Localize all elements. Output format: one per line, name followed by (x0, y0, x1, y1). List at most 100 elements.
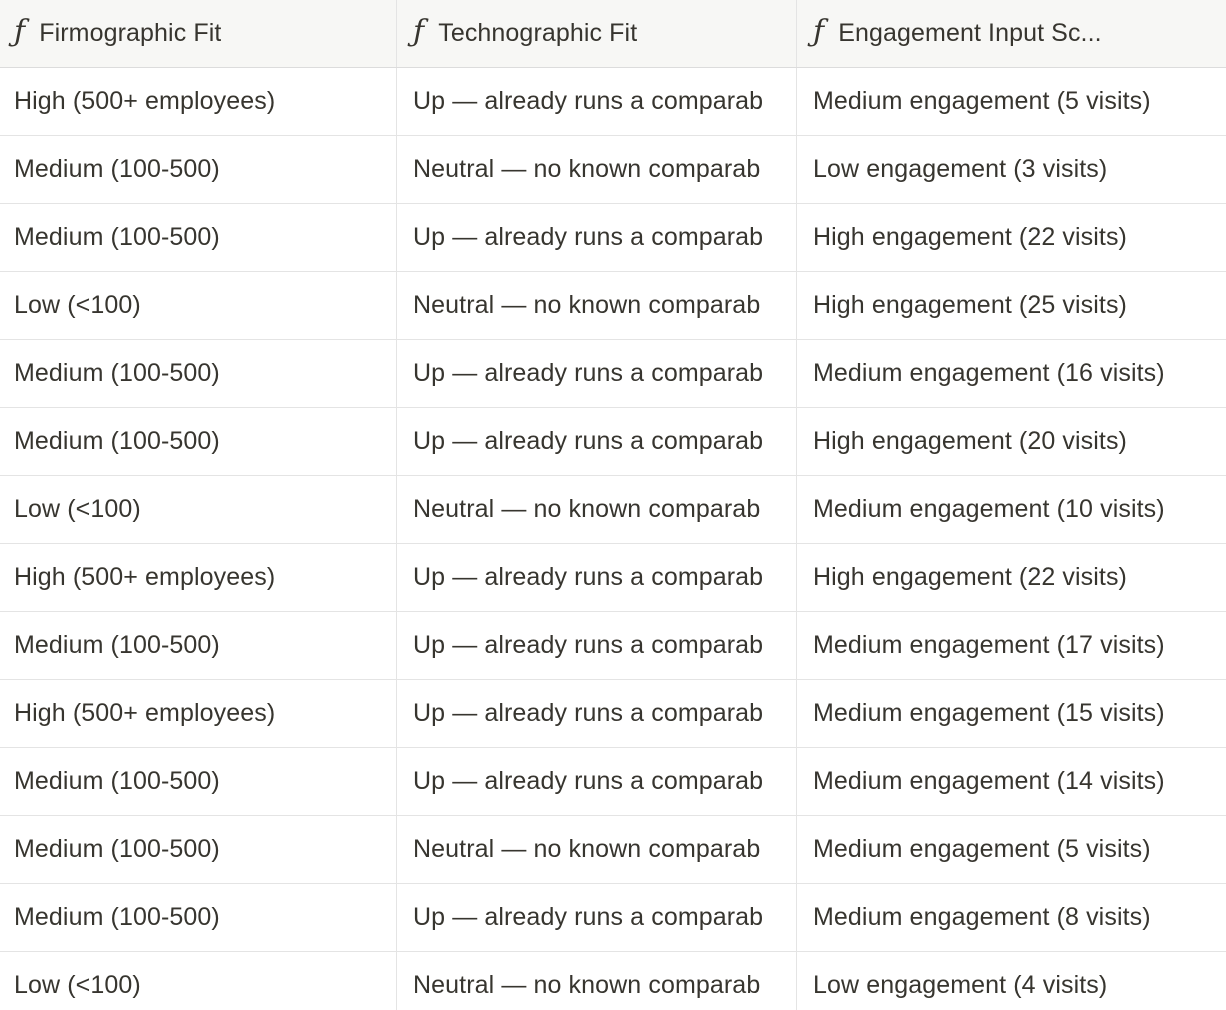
data-table: ƒ Firmographic Fit ƒ Technographic Fit ƒ… (0, 0, 1226, 1010)
technographic-fit-cell[interactable]: Up — already runs a comparab (397, 340, 797, 407)
table-row[interactable]: Low (<100) Neutral — no known comparab Med… (0, 476, 1226, 544)
engagement-input-score-cell[interactable]: High engagement (22 visits) (797, 544, 1226, 611)
table-row[interactable]: Medium (100-500) Up — already runs a comp… (0, 340, 1226, 408)
technographic-fit-cell[interactable]: Up — already runs a comparab (397, 680, 797, 747)
engagement-input-score-cell[interactable]: Medium engagement (17 visits) (797, 612, 1226, 679)
firmographic-fit-cell[interactable]: High (500+ employees) (0, 680, 397, 747)
technographic-fit-cell[interactable]: Neutral — no known comparab (397, 476, 797, 543)
formula-icon: ƒ (813, 13, 825, 49)
cell-value: High engagement (25 visits) (813, 291, 1127, 319)
table-row[interactable]: Medium (100-500) Neutral — no known compa… (0, 136, 1226, 204)
cell-value: Low (<100) (14, 495, 141, 523)
table-row[interactable]: High (500+ employees) Up — already runs a… (0, 68, 1226, 136)
technographic-fit-cell[interactable]: Neutral — no known comparab (397, 816, 797, 883)
column-header-firmographic-fit[interactable]: ƒ Firmographic Fit (0, 0, 397, 67)
table-row[interactable]: Medium (100-500) Up — already runs a comp… (0, 748, 1226, 816)
engagement-input-score-cell[interactable]: High engagement (25 visits) (797, 272, 1226, 339)
cell-value: Neutral — no known comparab (413, 155, 761, 183)
firmographic-fit-cell[interactable]: Medium (100-500) (0, 884, 397, 951)
cell-value: Medium (100-500) (14, 155, 220, 183)
engagement-input-score-cell[interactable]: Medium engagement (16 visits) (797, 340, 1226, 407)
cell-value: Up — already runs a comparab (413, 631, 764, 659)
table-row[interactable]: Medium (100-500) Up — already runs a comp… (0, 408, 1226, 476)
engagement-input-score-cell[interactable]: Medium engagement (5 visits) (797, 816, 1226, 883)
technographic-fit-cell[interactable]: Neutral — no known comparab (397, 136, 797, 203)
cell-value: Medium (100-500) (14, 903, 220, 931)
table-row[interactable]: Low (<100) Neutral — no known comparab Low… (0, 952, 1226, 1010)
cell-value: Up — already runs a comparab (413, 359, 764, 387)
table-row[interactable]: Medium (100-500) Up — already runs a comp… (0, 612, 1226, 680)
cell-value: Up — already runs a comparab (413, 699, 764, 727)
firmographic-fit-cell[interactable]: Medium (100-500) (0, 204, 397, 271)
firmographic-fit-cell[interactable]: Medium (100-500) (0, 340, 397, 407)
table-row[interactable]: Medium (100-500) Up — already runs a comp… (0, 204, 1226, 272)
column-header-engagement-input-score[interactable]: ƒ Engagement Input Sc... (797, 0, 1226, 67)
column-header-label: Firmographic Fit (39, 19, 222, 47)
cell-value: Medium (100-500) (14, 835, 220, 863)
cell-value: Medium engagement (10 visits) (813, 495, 1165, 523)
cell-value: Medium engagement (5 visits) (813, 87, 1151, 115)
cell-value: Medium engagement (17 visits) (813, 631, 1165, 659)
engagement-input-score-cell[interactable]: Medium engagement (8 visits) (797, 884, 1226, 951)
technographic-fit-cell[interactable]: Up — already runs a comparab (397, 544, 797, 611)
technographic-fit-cell[interactable]: Neutral — no known comparab (397, 952, 797, 1010)
cell-value: Low engagement (3 visits) (813, 155, 1108, 183)
firmographic-fit-cell[interactable]: Medium (100-500) (0, 816, 397, 883)
cell-value: Medium (100-500) (14, 631, 220, 659)
technographic-fit-cell[interactable]: Up — already runs a comparab (397, 612, 797, 679)
table-body: High (500+ employees) Up — already runs a… (0, 68, 1226, 1010)
cell-value: Neutral — no known comparab (413, 971, 761, 999)
cell-value: High (500+ employees) (14, 87, 276, 115)
firmographic-fit-cell[interactable]: Medium (100-500) (0, 136, 397, 203)
technographic-fit-cell[interactable]: Up — already runs a comparab (397, 748, 797, 815)
column-header-technographic-fit[interactable]: ƒ Technographic Fit (397, 0, 797, 67)
firmographic-fit-cell[interactable]: Low (<100) (0, 952, 397, 1010)
cell-value: Medium (100-500) (14, 427, 220, 455)
column-header-label: Engagement Input Sc... (838, 19, 1102, 47)
technographic-fit-cell[interactable]: Neutral — no known comparab (397, 272, 797, 339)
cell-value: Low (<100) (14, 971, 141, 999)
cell-value: Low (<100) (14, 291, 141, 319)
cell-value: High engagement (22 visits) (813, 223, 1127, 251)
cell-value: Up — already runs a comparab (413, 767, 764, 795)
table-row[interactable]: High (500+ employees) Up — already runs a… (0, 544, 1226, 612)
table-row[interactable]: Low (<100) Neutral — no known comparab Hig… (0, 272, 1226, 340)
engagement-input-score-cell[interactable]: High engagement (20 visits) (797, 408, 1226, 475)
firmographic-fit-cell[interactable]: High (500+ employees) (0, 68, 397, 135)
cell-value: Medium engagement (14 visits) (813, 767, 1165, 795)
table-header: ƒ Firmographic Fit ƒ Technographic Fit ƒ… (0, 0, 1226, 68)
cell-value: High engagement (20 visits) (813, 427, 1127, 455)
cell-value: Neutral — no known comparab (413, 835, 761, 863)
cell-value: Medium (100-500) (14, 767, 220, 795)
technographic-fit-cell[interactable]: Up — already runs a comparab (397, 204, 797, 271)
firmographic-fit-cell[interactable]: Medium (100-500) (0, 748, 397, 815)
cell-value: Medium (100-500) (14, 223, 220, 251)
cell-value: Up — already runs a comparab (413, 223, 764, 251)
firmographic-fit-cell[interactable]: Medium (100-500) (0, 408, 397, 475)
table-row[interactable]: Medium (100-500) Neutral — no known compa… (0, 816, 1226, 884)
engagement-input-score-cell[interactable]: Medium engagement (5 visits) (797, 68, 1226, 135)
firmographic-fit-cell[interactable]: Low (<100) (0, 476, 397, 543)
firmographic-fit-cell[interactable]: Low (<100) (0, 272, 397, 339)
table-row[interactable]: High (500+ employees) Up — already runs a… (0, 680, 1226, 748)
formula-icon: ƒ (413, 13, 425, 49)
technographic-fit-cell[interactable]: Up — already runs a comparab (397, 408, 797, 475)
technographic-fit-cell[interactable]: Up — already runs a comparab (397, 68, 797, 135)
cell-value: High (500+ employees) (14, 563, 276, 591)
cell-value: Up — already runs a comparab (413, 903, 764, 931)
engagement-input-score-cell[interactable]: Low engagement (3 visits) (797, 136, 1226, 203)
engagement-input-score-cell[interactable]: Medium engagement (15 visits) (797, 680, 1226, 747)
engagement-input-score-cell[interactable]: Medium engagement (10 visits) (797, 476, 1226, 543)
technographic-fit-cell[interactable]: Up — already runs a comparab (397, 884, 797, 951)
cell-value: Medium engagement (8 visits) (813, 903, 1151, 931)
cell-value: Medium engagement (16 visits) (813, 359, 1165, 387)
engagement-input-score-cell[interactable]: High engagement (22 visits) (797, 204, 1226, 271)
firmographic-fit-cell[interactable]: High (500+ employees) (0, 544, 397, 611)
firmographic-fit-cell[interactable]: Medium (100-500) (0, 612, 397, 679)
cell-value: Up — already runs a comparab (413, 427, 764, 455)
cell-value: Medium engagement (15 visits) (813, 699, 1165, 727)
cell-value: High engagement (22 visits) (813, 563, 1127, 591)
table-row[interactable]: Medium (100-500) Up — already runs a comp… (0, 884, 1226, 952)
engagement-input-score-cell[interactable]: Low engagement (4 visits) (797, 952, 1226, 1010)
engagement-input-score-cell[interactable]: Medium engagement (14 visits) (797, 748, 1226, 815)
